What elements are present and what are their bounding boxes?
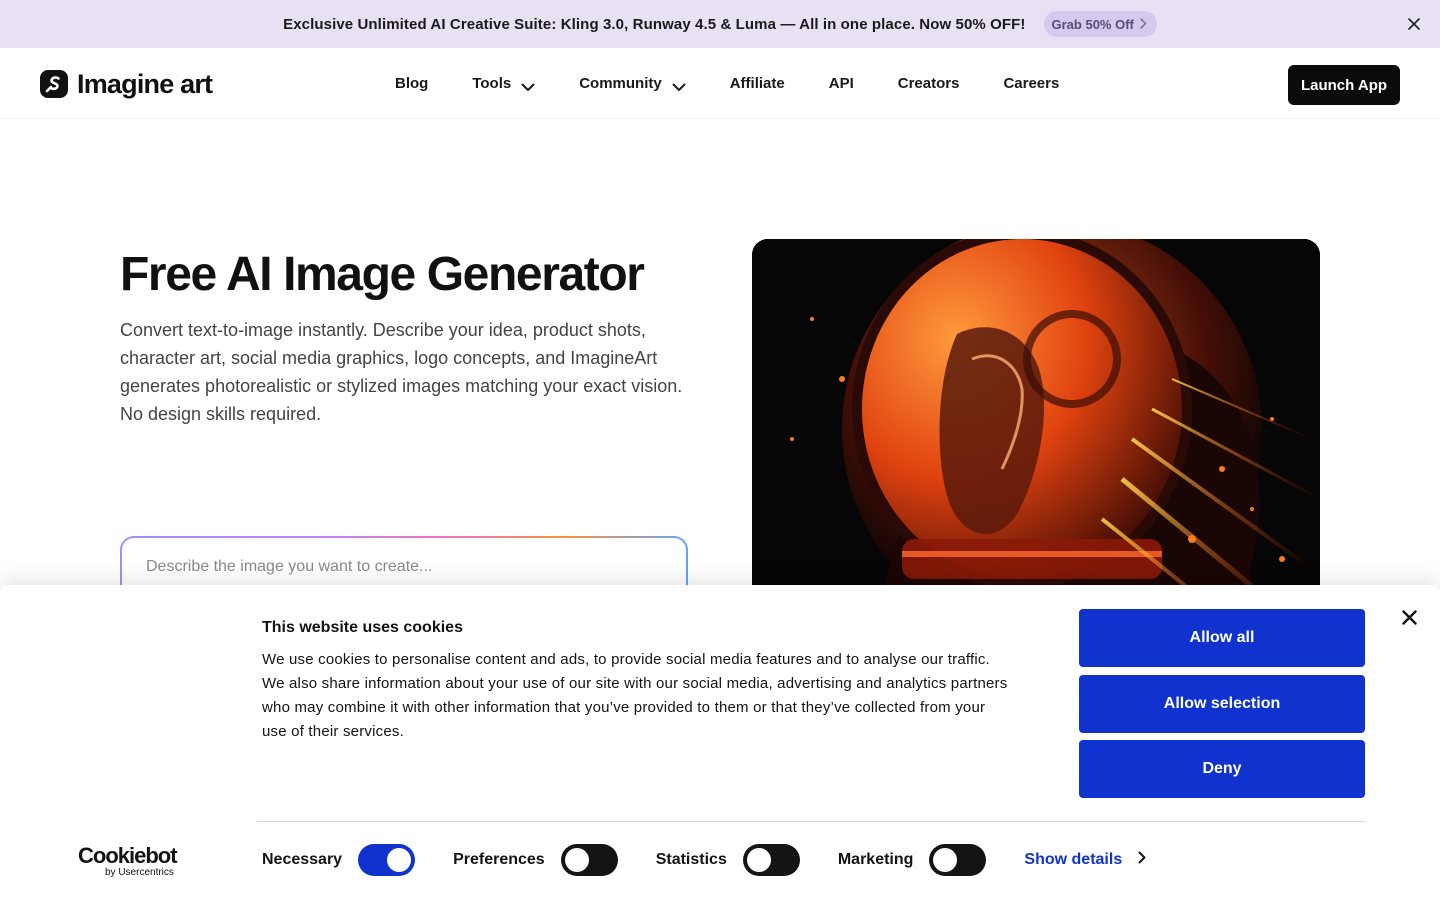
- astronaut-illustration: [752, 239, 1320, 639]
- nav-item-community[interactable]: Community: [579, 74, 686, 92]
- prompt-input[interactable]: [146, 558, 662, 576]
- toggle-label-statistics: Statistics: [655, 851, 727, 868]
- allow-selection-button[interactable]: Allow selection: [1079, 675, 1365, 733]
- logo-mark-icon: [40, 70, 68, 98]
- toggle-label-marketing: Marketing: [837, 851, 914, 868]
- nav-label: Affiliate: [729, 74, 785, 92]
- divider: [257, 821, 1365, 822]
- main-nav: Blog Tools Community Affiliate API Creat…: [395, 48, 1059, 118]
- show-details-link[interactable]: Show details: [1024, 851, 1146, 869]
- toggle-label-preferences: Preferences: [453, 851, 545, 868]
- cookiebot-sub: by Usercentrics: [105, 867, 174, 878]
- marketing-toggle[interactable]: [929, 844, 987, 876]
- hero-description: Convert text-to-image instantly. Describ…: [120, 320, 683, 424]
- nav-label: API: [828, 74, 854, 92]
- statistics-toggle[interactable]: [742, 844, 800, 876]
- chevron-down-icon: [521, 79, 535, 91]
- nav-item-api[interactable]: API: [829, 75, 854, 92]
- necessary-toggle[interactable]: [358, 844, 416, 876]
- cookiebot-logo: Cookiebot by Usercentrics: [78, 843, 178, 879]
- deny-button[interactable]: Deny: [1079, 740, 1365, 798]
- cookie-text: We use cookies to personalise content an…: [262, 651, 1008, 740]
- allow-all-button[interactable]: Allow all: [1079, 609, 1365, 667]
- nav-item-blog[interactable]: Blog: [395, 75, 428, 92]
- cookiebot-name: Cookiebot: [78, 843, 178, 868]
- nav-label: Tools: [472, 74, 512, 92]
- hero-image: [752, 239, 1320, 639]
- chevron-right-icon: [1138, 851, 1146, 869]
- promo-text: Exclusive Unlimited AI Creative Suite: K…: [283, 15, 1026, 33]
- nav-item-tools[interactable]: Tools: [472, 74, 535, 92]
- chevron-down-icon: [672, 79, 686, 91]
- promo-cta-label: Grab 50% Off: [1051, 16, 1134, 32]
- nav-label: Creators: [897, 74, 960, 92]
- promo-banner: Exclusive Unlimited AI Creative Suite: K…: [0, 0, 1440, 48]
- logo[interactable]: Imagine art: [40, 68, 213, 99]
- close-icon[interactable]: [1404, 14, 1424, 34]
- nav-label: Blog: [395, 74, 429, 92]
- preferences-toggle[interactable]: [560, 844, 618, 876]
- nav-item-careers[interactable]: Careers: [1003, 75, 1059, 92]
- cookie-title: This website uses cookies: [262, 619, 463, 636]
- logo-text: Imagine art: [77, 68, 213, 99]
- site-header: Imagine art Blog Tools Community Affilia…: [0, 48, 1440, 119]
- nav-item-affiliate[interactable]: Affiliate: [730, 75, 785, 92]
- chevron-right-icon: [1140, 17, 1147, 32]
- show-details-label: Show details: [1024, 851, 1123, 868]
- close-icon[interactable]: [1398, 606, 1420, 628]
- cookie-banner: This website uses cookies We use cookies…: [0, 585, 1440, 900]
- nav-item-creators[interactable]: Creators: [898, 75, 960, 92]
- consent-toggles: Necessary Preferences Statistics Marketi…: [262, 844, 1146, 876]
- page-title: Free AI Image Generator: [120, 248, 645, 301]
- nav-label: Careers: [1003, 74, 1060, 92]
- launch-app-button[interactable]: Launch App: [1288, 65, 1400, 105]
- promo-cta-button[interactable]: Grab 50% Off: [1043, 11, 1157, 37]
- toggle-label-necessary: Necessary: [262, 851, 343, 868]
- nav-label: Community: [579, 74, 662, 92]
